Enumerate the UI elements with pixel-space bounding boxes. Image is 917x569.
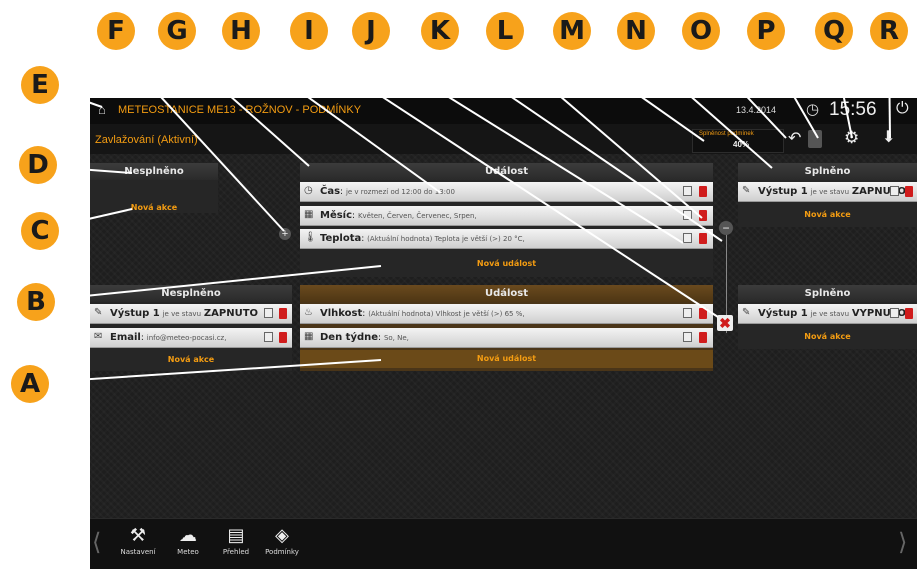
callout-d: D <box>19 146 57 184</box>
callout-lines <box>29 47 891 384</box>
callout-f: F <box>97 12 135 50</box>
callout-j: J <box>352 12 390 50</box>
callout-b: B <box>17 283 55 321</box>
callout-l: L <box>486 12 524 50</box>
callout-m: M <box>553 12 591 50</box>
callout-n: N <box>617 12 655 50</box>
callout-r: R <box>870 12 908 50</box>
callout-h: H <box>222 12 260 50</box>
callout-q: Q <box>815 12 853 50</box>
callout-k: K <box>421 12 459 50</box>
callout-p: P <box>747 12 785 50</box>
callout-o: O <box>682 12 720 50</box>
callout-a: A <box>11 365 49 403</box>
callout-i: I <box>290 12 328 50</box>
callout-g: G <box>158 12 196 50</box>
callout-e: E <box>21 66 59 104</box>
callout-c: C <box>21 212 59 250</box>
